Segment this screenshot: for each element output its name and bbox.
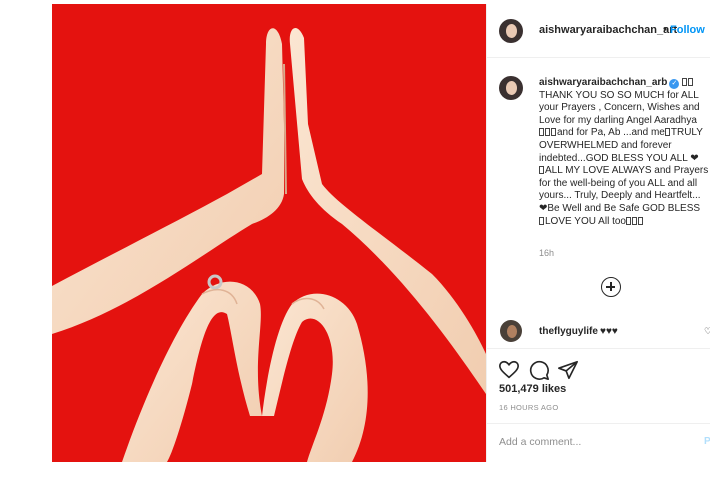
post-timestamp: 16 HOURS AGO	[499, 403, 559, 412]
commenter-username[interactable]: theflyguylife	[539, 326, 598, 337]
caption-line-10: ❤Be Well and Be Safe GOD BLESS	[539, 202, 701, 214]
caption-line-9: yours... Truly, Deeply and Heartfelt...	[539, 190, 701, 202]
author-username[interactable]: aishwaryaraibachchan_art	[539, 24, 677, 36]
heart-icon[interactable]: ♡	[704, 326, 710, 337]
comment-text: ♥♥♥	[600, 326, 618, 337]
post-comment-button[interactable]: P	[704, 436, 710, 447]
like-heart-icon[interactable]	[498, 359, 520, 381]
caption-line-2: your Prayers , Concern, Wishes and	[539, 102, 700, 114]
share-paper-plane-icon[interactable]	[557, 359, 579, 381]
author-avatar[interactable]	[499, 19, 523, 43]
caption-line-3: Love for my darling Angel Aaradhya	[539, 114, 697, 126]
caption-username[interactable]: aishwaryaraibachchan_arb	[539, 77, 667, 88]
post-side-panel: aishwaryaraibachchan_art • Follow aishwa…	[486, 4, 710, 462]
caption-line-8: for the well-being of you ALL and all	[539, 177, 698, 189]
load-more-comments-icon[interactable]	[601, 277, 621, 297]
comment-row: theflyguylife ♥♥♥ ♡	[487, 318, 710, 342]
caption-text: aishwaryaraibachchan_arb ✓ THANK YOU SO S…	[539, 77, 710, 228]
hands-heart-photo-art	[52, 4, 486, 462]
caption-line-4: and for Pa, Ab ...and me	[557, 127, 665, 139]
caption-line-7: ALL MY LOVE ALWAYS and Prayers	[545, 165, 709, 177]
post-photo[interactable]	[52, 4, 486, 462]
add-comment-bar: P	[487, 423, 710, 463]
caption-truly: TRULY	[670, 127, 703, 139]
caption-avatar[interactable]	[499, 76, 523, 100]
caption-timestamp[interactable]: 16h	[539, 248, 554, 258]
caption-line-1: THANK YOU SO SO MUCH for ALL	[539, 89, 699, 101]
comment-bubble-icon[interactable]	[528, 359, 550, 381]
caption-line-11: LOVE YOU All too	[545, 215, 626, 227]
separator-dot: •	[663, 23, 667, 35]
commenter-avatar[interactable]	[500, 320, 522, 342]
post-header: aishwaryaraibachchan_art • Follow	[487, 4, 710, 58]
action-bar: 501,479 likes 16 HOURS AGO P	[487, 348, 710, 458]
comment-input[interactable]	[499, 436, 689, 448]
verified-badge-icon: ✓	[669, 79, 680, 89]
caption-line-5: OVERWHELMED and forever	[539, 139, 672, 151]
follow-button[interactable]: Follow	[670, 24, 705, 36]
likes-count[interactable]: 501,479 likes	[499, 383, 566, 395]
caption-line-6: indebted...GOD BLESS YOU ALL ❤	[539, 152, 699, 164]
